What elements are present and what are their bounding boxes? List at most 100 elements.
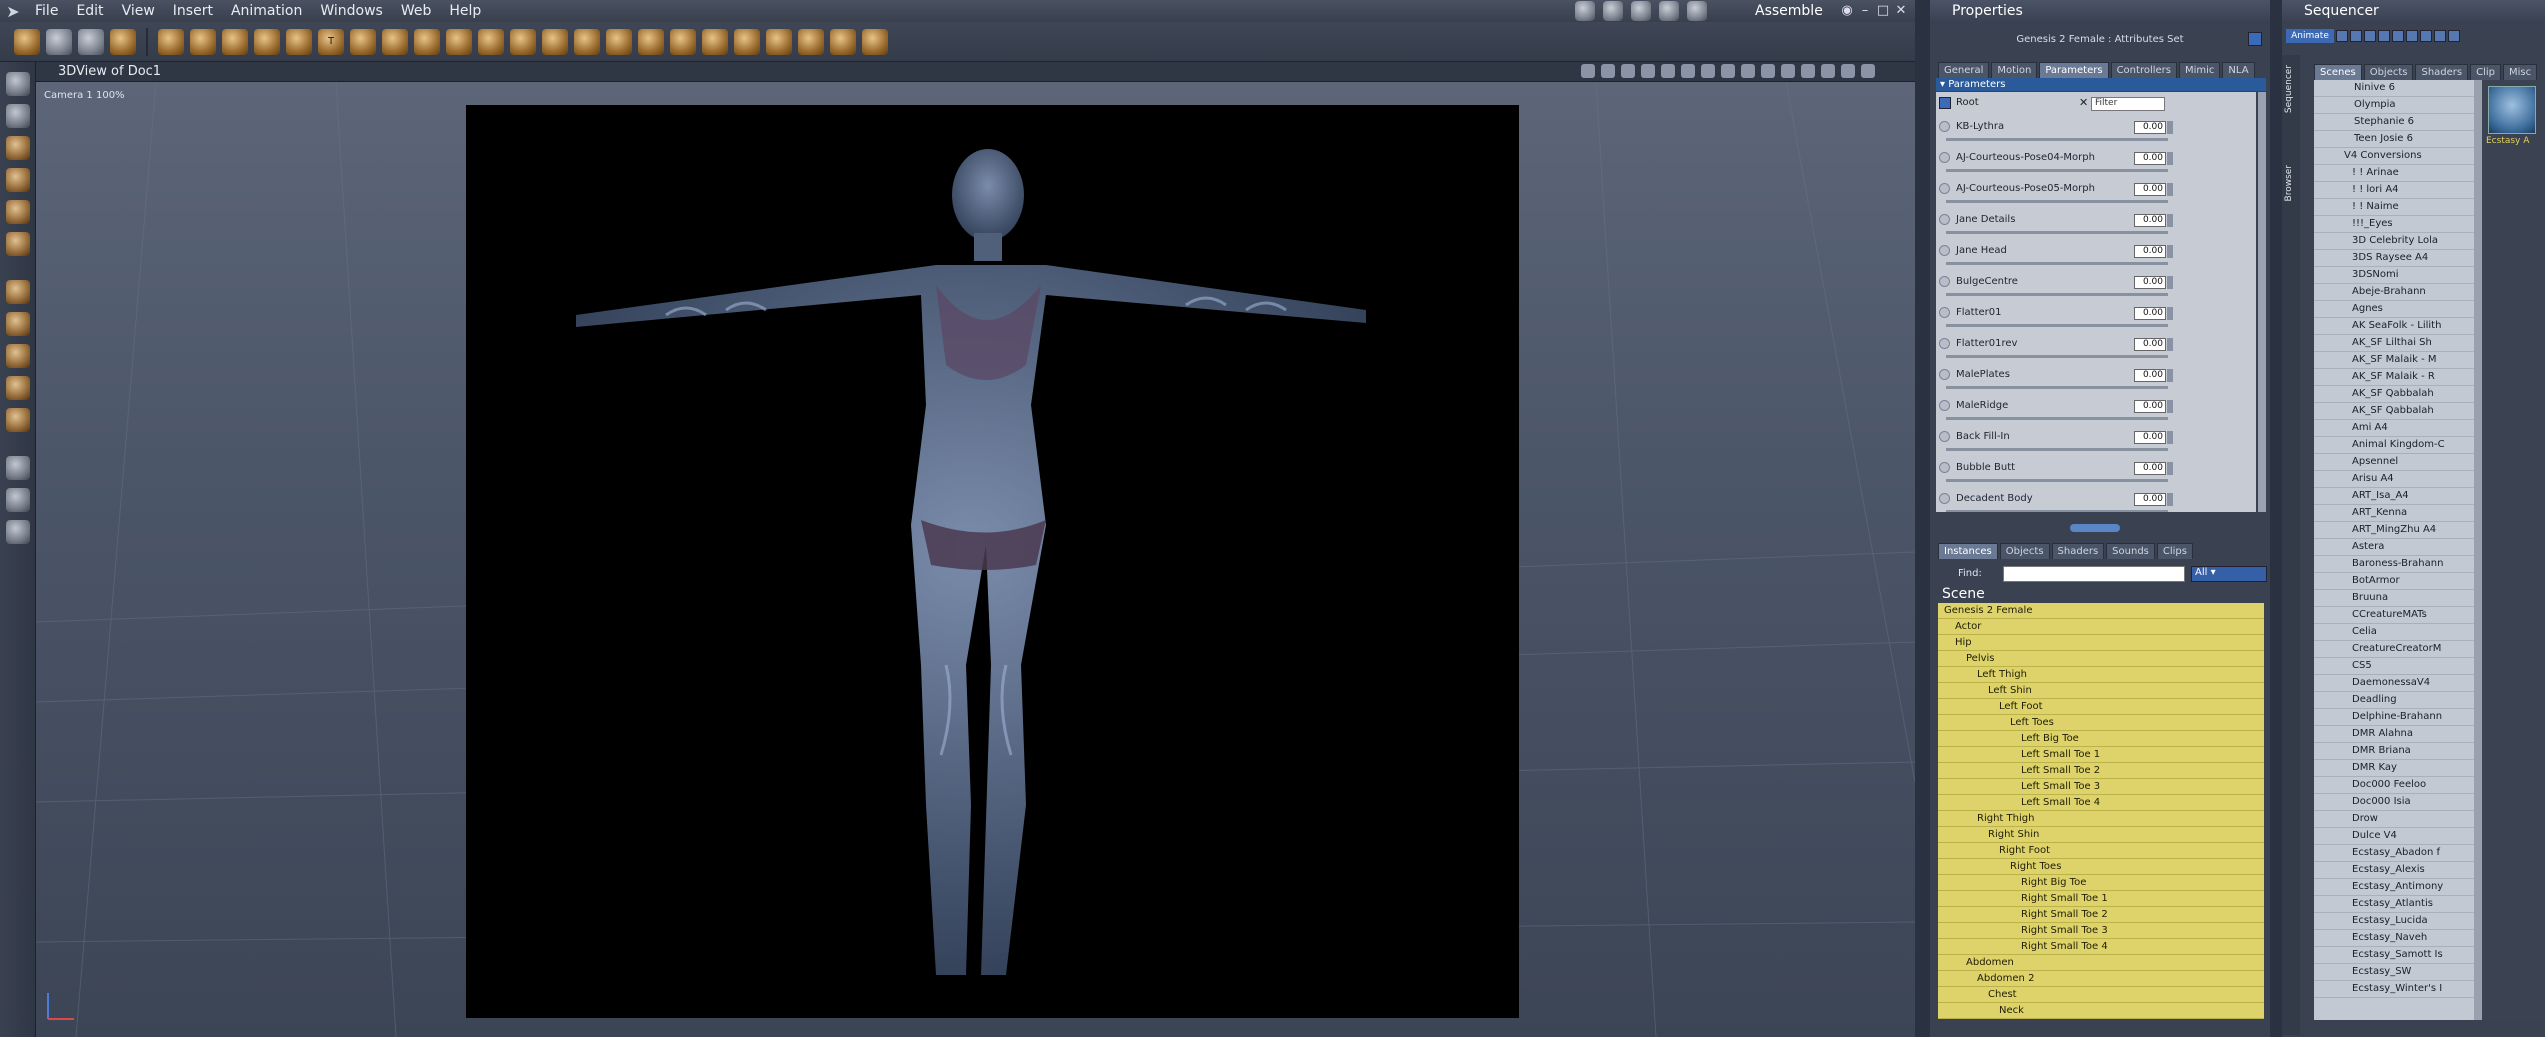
list-item[interactable]: ART_Kenna [2314,505,2474,522]
tree-item[interactable]: Left Small Toe 2 [1938,763,2264,779]
list-item[interactable]: Delphine-Brahann [2314,709,2474,726]
list-item[interactable]: AK_SF Malaik - R [2314,369,2474,386]
attribute-set-button[interactable] [2248,32,2262,46]
view-option-icon[interactable] [1581,64,1595,78]
parameter-slider[interactable] [1946,479,2168,482]
parameter-spinner[interactable] [2167,245,2173,258]
tree-item[interactable]: Left Thigh [1938,667,2264,683]
tree-item[interactable]: Right Small Toe 2 [1938,907,2264,923]
layer-icon[interactable] [6,408,30,432]
tab-mimic[interactable]: Mimic [2178,62,2221,78]
layout-grid-icon[interactable] [1721,64,1735,78]
parameter-value-input[interactable]: 0.00 [2134,276,2166,289]
parameter-spinner[interactable] [2167,276,2173,289]
tab-clips[interactable]: Clips [2156,543,2193,559]
parameter-value-input[interactable]: 0.00 [2134,214,2166,227]
list-item[interactable]: 3D Celebrity Lola [2314,233,2474,250]
tab-motion[interactable]: Motion [1991,62,2038,78]
tree-item[interactable]: Left Small Toe 1 [1938,747,2264,763]
plane-icon[interactable] [382,28,408,55]
shading-icon[interactable] [1761,64,1775,78]
parameter-spinner[interactable] [2167,493,2173,506]
tree-item[interactable]: Hip [1938,635,2264,651]
parameter-slider[interactable] [1946,293,2168,296]
parameter-spinner[interactable] [2167,369,2173,382]
list-item[interactable]: Ecstasy_Naveh [2314,930,2474,947]
sphere-icon[interactable] [158,28,184,55]
tab-shaders[interactable]: Shaders [2051,543,2105,559]
parameter-value-input[interactable]: 0.00 [2134,245,2166,258]
camera-icon[interactable] [6,456,30,480]
parameter-slider[interactable] [1946,386,2168,389]
parameter-value-input[interactable]: 0.00 [2134,183,2166,196]
tree-item[interactable]: Chest [1938,987,2264,1003]
play-back-icon[interactable] [2364,30,2376,42]
list-item[interactable]: Ecstasy_Abadon f [2314,845,2474,862]
panel-splitter-handle[interactable] [2070,524,2120,532]
side-tab-browser[interactable]: Browser [2284,165,2294,201]
list-item[interactable]: ART_MingZhu A4 [2314,522,2474,539]
loop-icon[interactable] [2420,30,2432,42]
parameter-value-input[interactable]: 0.00 [2134,462,2166,475]
grid-icon[interactable] [510,28,536,55]
list-item[interactable]: Ecstasy_Antimony [2314,879,2474,896]
parameter-key-icon[interactable] [1939,183,1950,194]
list-item[interactable]: AK SeaFolk - Lilith [2314,318,2474,335]
parameter-slider[interactable] [1946,417,2168,420]
list-item[interactable]: Ami A4 [2314,420,2474,437]
parameter-key-icon[interactable] [1939,276,1950,287]
animate-button[interactable]: Animate [2286,29,2334,43]
list-item[interactable]: Bruuna [2314,590,2474,607]
list-item[interactable]: Animal Kingdom-C [2314,437,2474,454]
pencil-icon[interactable] [14,28,40,55]
rotate-all-icon[interactable] [6,376,30,400]
tree-item[interactable]: Right Thigh [1938,811,2264,827]
tree-item[interactable]: Right Small Toe 3 [1938,923,2264,939]
brush-icon[interactable] [46,28,72,55]
menu-animation[interactable]: Animation [222,3,311,19]
house-icon[interactable] [606,28,632,55]
parameter-key-icon[interactable] [1939,462,1950,473]
fast-forward-icon[interactable] [2406,30,2418,42]
tree-item[interactable]: Right Shin [1938,827,2264,843]
list-item[interactable]: Abeje-Brahann [2314,284,2474,301]
render-sphere-icon[interactable] [1861,64,1875,78]
parameter-spinner[interactable] [2167,183,2173,196]
wand-icon[interactable] [734,28,760,55]
menu-edit[interactable]: Edit [67,3,112,19]
eye-icon[interactable]: ◉ [1839,3,1855,19]
text-3d-icon[interactable] [574,28,600,55]
list-item[interactable]: DMR Briana [2314,743,2474,760]
app-logo-icon[interactable]: ➤ [0,0,26,22]
filter-select[interactable]: All ▾ [2191,566,2267,582]
tree-item[interactable]: Right Big Toe [1938,875,2264,891]
figure-icon[interactable] [638,28,664,55]
layout-quad-icon[interactable] [1701,64,1715,78]
tab-scenes[interactable]: Scenes [2314,64,2362,80]
parameter-key-icon[interactable] [1939,493,1950,504]
parameter-spinner[interactable] [2167,307,2173,320]
hand-icon[interactable] [478,28,504,55]
parameter-value-input[interactable]: 0.00 [2134,121,2166,134]
move-xy-icon[interactable] [6,312,30,336]
tab-instances[interactable]: Instances [1938,543,1998,559]
tree-item[interactable]: Neck [1938,1003,2264,1019]
parameter-slider[interactable] [1946,231,2168,234]
menu-windows[interactable]: Windows [311,3,392,19]
tab-sounds[interactable]: Sounds [2106,543,2155,559]
brush-mode-icon[interactable] [1603,1,1623,21]
list-item[interactable]: Ecstasy_SW [2314,964,2474,981]
play-icon[interactable] [2378,30,2390,42]
parameter-key-icon[interactable] [1939,121,1950,132]
tree-item[interactable]: Actor [1938,619,2264,635]
list-item[interactable]: DMR Kay [2314,760,2474,777]
list-item[interactable]: AK_SF Qabbalah [2314,403,2474,420]
chisel-icon[interactable] [78,28,104,55]
light-icon[interactable] [414,28,440,55]
wrench-icon[interactable] [862,28,888,55]
cube-icon[interactable] [1821,64,1835,78]
bone-icon[interactable] [254,28,280,55]
scale-icon[interactable] [6,200,30,224]
cylinder-icon[interactable] [190,28,216,55]
view-option-icon[interactable] [1621,64,1635,78]
